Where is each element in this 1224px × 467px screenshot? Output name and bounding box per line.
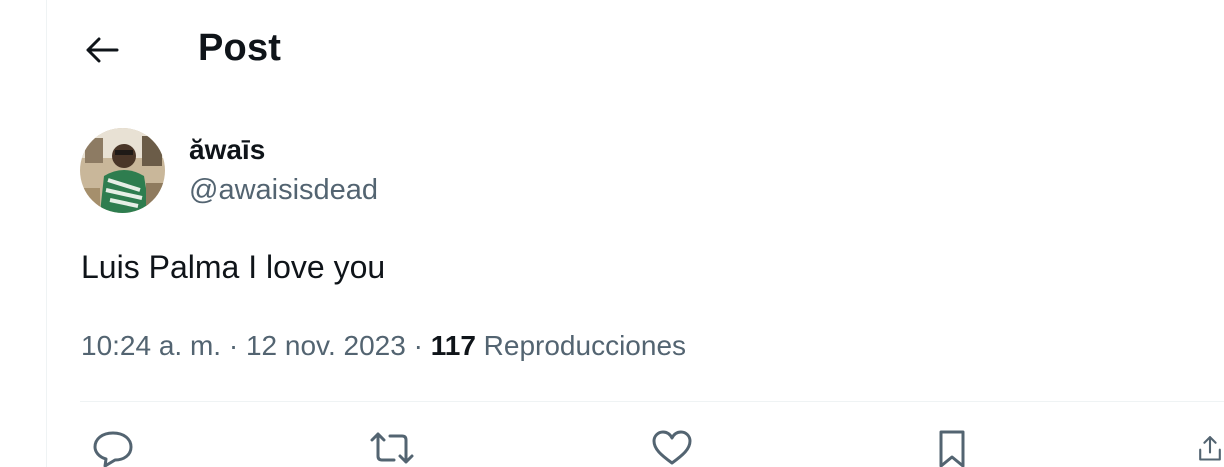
meta-separator: · bbox=[413, 330, 423, 361]
post-date[interactable]: 12 nov. 2023 bbox=[246, 330, 406, 361]
meta-separator: · bbox=[228, 330, 239, 361]
page-title: Post bbox=[198, 27, 282, 69]
heart-icon bbox=[652, 430, 692, 465]
bookmark-icon bbox=[939, 430, 965, 467]
arrow-left-icon bbox=[86, 37, 119, 63]
repost-button[interactable] bbox=[368, 428, 416, 467]
post-page: Post ăwaīs @awaisisdead Luis Palma I lov… bbox=[0, 0, 1224, 467]
author-handle[interactable]: @awaisisdead bbox=[189, 174, 378, 207]
views-count: 117 bbox=[430, 330, 476, 361]
column-border bbox=[46, 0, 47, 467]
repost-icon bbox=[370, 432, 414, 464]
divider bbox=[80, 401, 1224, 402]
post-meta: 10:24 a. m. · 12 nov. 2023 · 117 Reprodu… bbox=[81, 330, 686, 362]
avatar[interactable] bbox=[80, 128, 165, 213]
back-button[interactable] bbox=[80, 30, 124, 70]
share-button[interactable] bbox=[1196, 428, 1224, 467]
bookmark-button[interactable] bbox=[928, 428, 976, 467]
author-display-name[interactable]: ăwaīs bbox=[189, 134, 265, 166]
reply-button[interactable] bbox=[89, 428, 137, 467]
share-icon bbox=[1199, 436, 1221, 461]
post-text: Luis Palma I love you bbox=[81, 249, 386, 285]
reply-icon bbox=[93, 431, 133, 467]
avatar-photo bbox=[80, 128, 165, 213]
post-time[interactable]: 10:24 a. m. bbox=[81, 330, 221, 361]
views-label: Reproducciones bbox=[483, 330, 687, 361]
like-button[interactable] bbox=[648, 428, 696, 467]
